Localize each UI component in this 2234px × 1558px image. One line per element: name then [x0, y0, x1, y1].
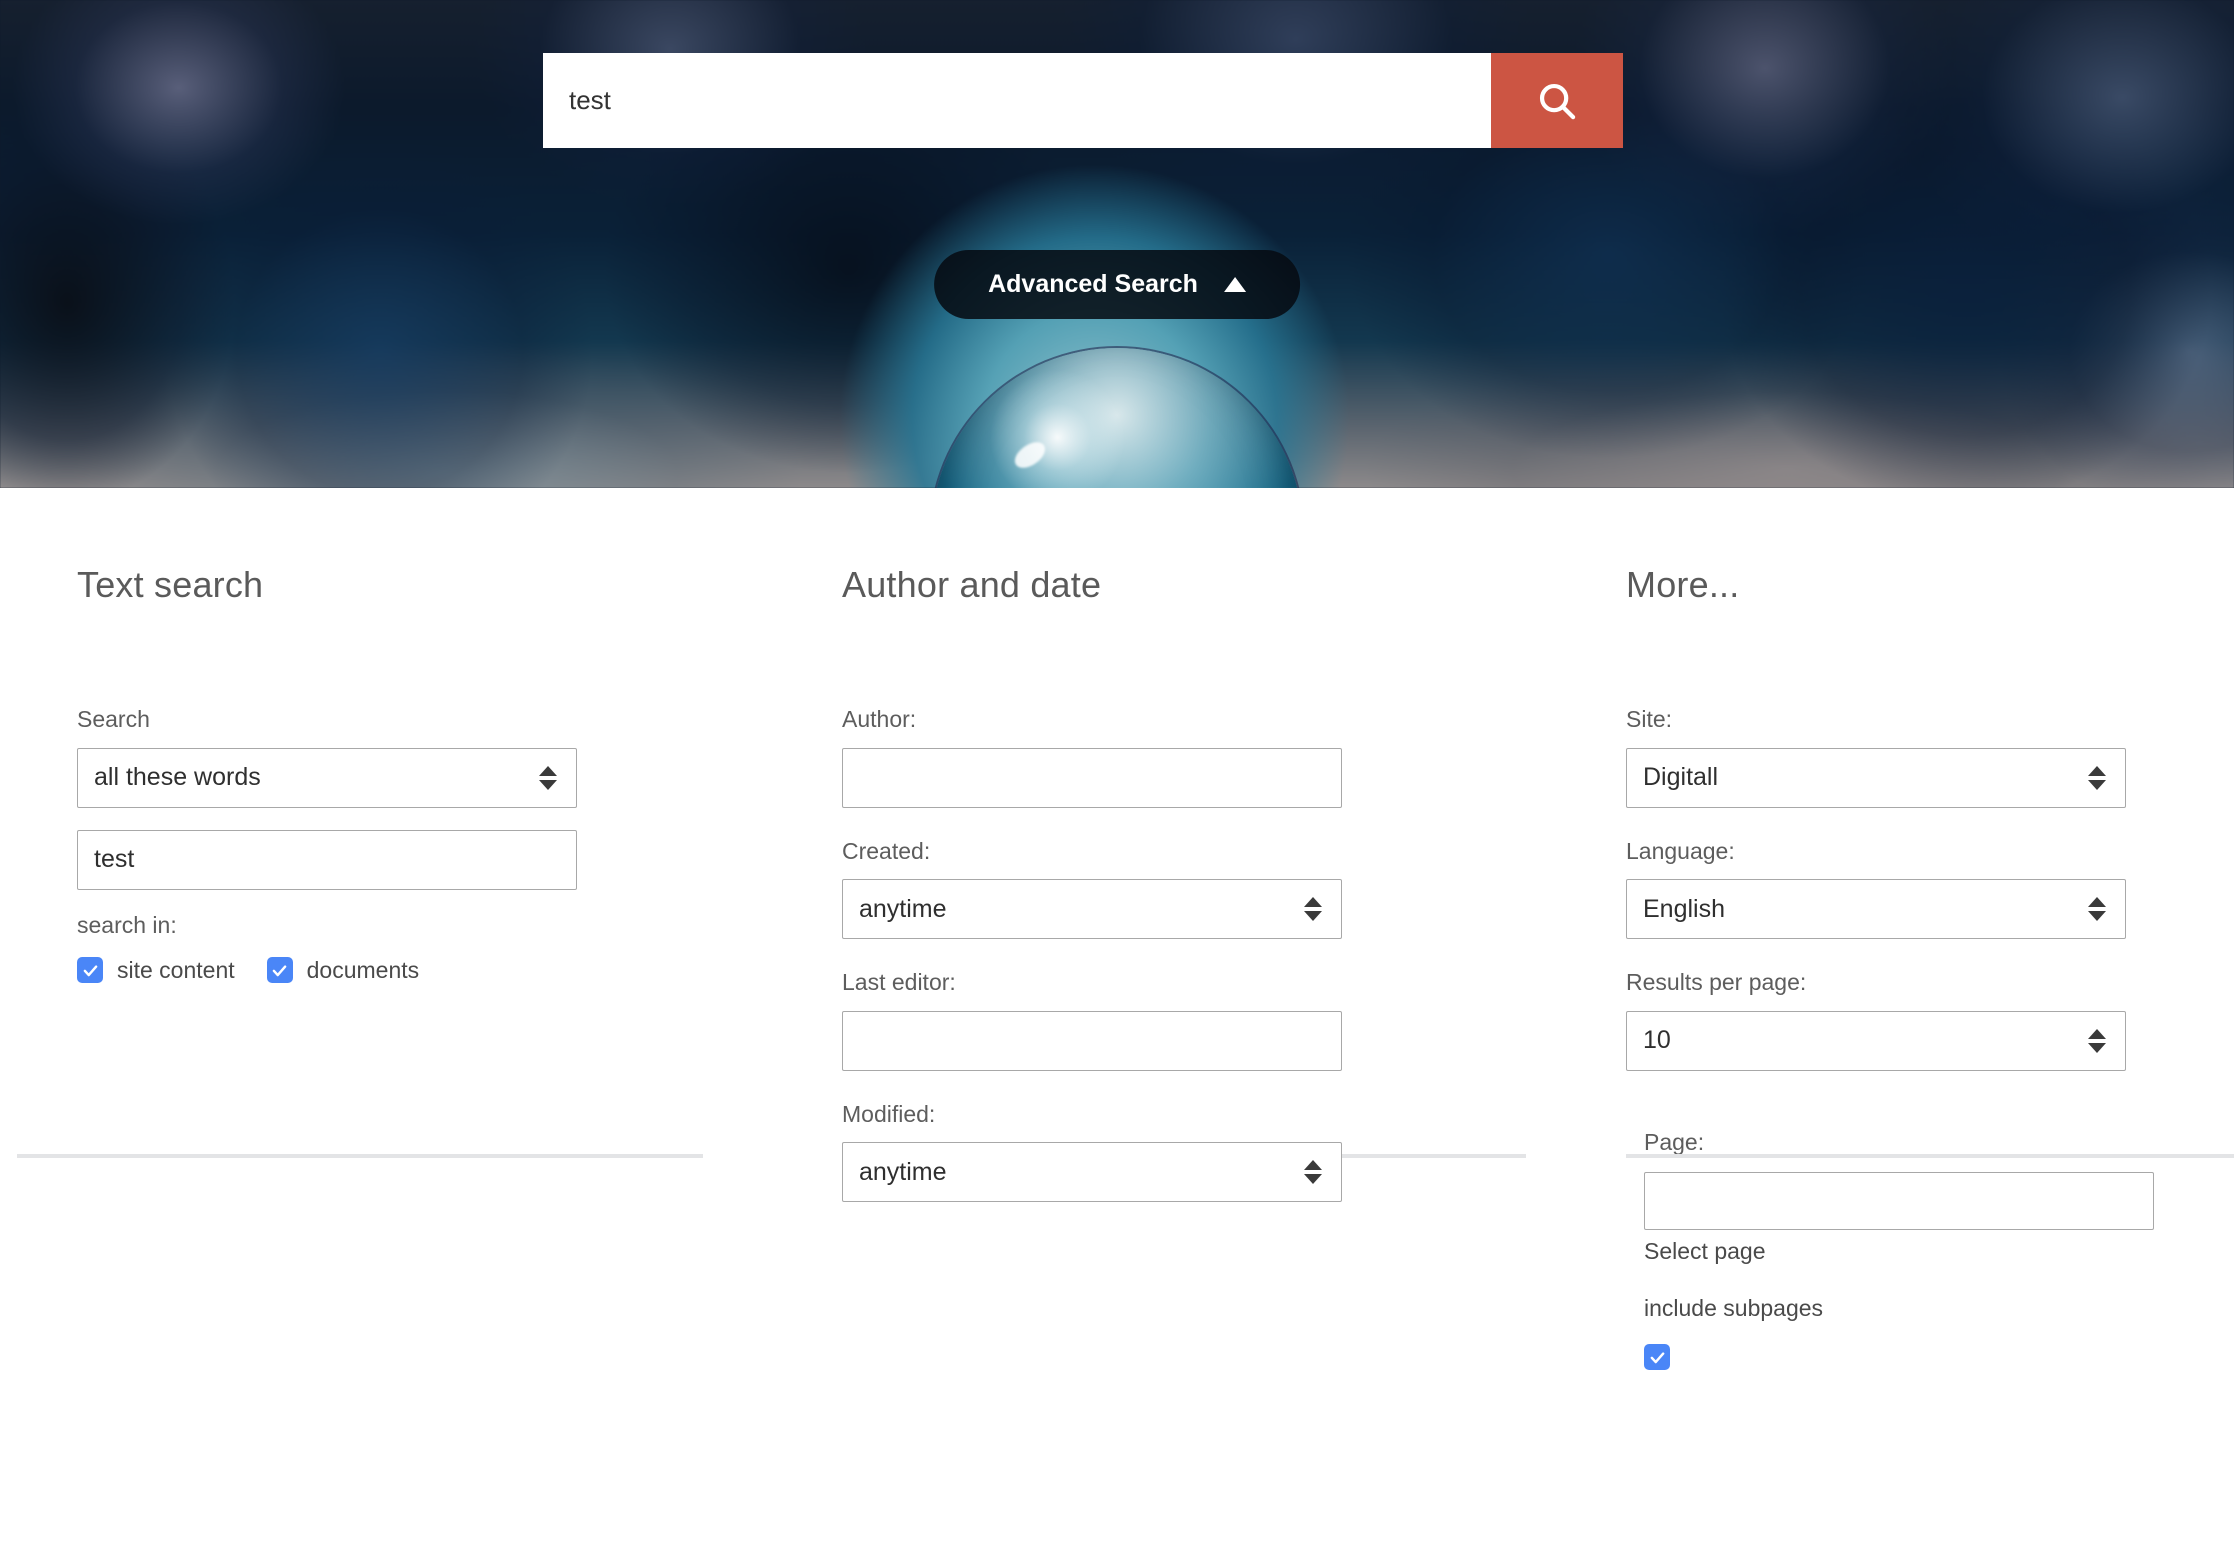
search-submit-button[interactable]	[1491, 53, 1623, 148]
field-language: Language:	[1626, 838, 2234, 940]
search-input[interactable]	[543, 53, 1491, 148]
page-label: Page:	[1644, 1129, 2234, 1157]
checkbox-documents-box[interactable]	[267, 957, 293, 983]
site-select-wrapper[interactable]	[1626, 748, 2126, 808]
created-select-wrapper[interactable]	[842, 879, 1342, 939]
column-divider	[17, 1154, 703, 1158]
more-fields: Site: Language:	[1626, 650, 2234, 1370]
author-label: Author:	[842, 706, 1565, 734]
results-per-page-select[interactable]	[1626, 1011, 2126, 1071]
created-label: Created:	[842, 838, 1565, 866]
last-editor-label: Last editor:	[842, 969, 1565, 997]
author-date-fields: Author: Created: Las	[842, 650, 1565, 1202]
column-title-author-and-date: Author and date	[842, 564, 1565, 606]
checkbox-site-content-box[interactable]	[77, 957, 103, 983]
column-author-and-date: Author and date Author: Created:	[780, 488, 1565, 1370]
results-per-page-select-wrapper[interactable]	[1626, 1011, 2126, 1071]
results-per-page-label: Results per page:	[1626, 969, 2234, 997]
search-in-checkbox-group: site content documents	[77, 957, 780, 984]
hero-banner: Advanced Search	[0, 0, 2234, 488]
column-text-search: Text search Search	[0, 488, 780, 1370]
checkbox-documents[interactable]: documents	[267, 957, 420, 984]
created-select[interactable]	[842, 879, 1342, 939]
query-text-input[interactable]	[77, 830, 577, 890]
page-input[interactable]	[1644, 1172, 2154, 1230]
caret-up-icon	[1224, 277, 1246, 292]
field-created: Created:	[842, 838, 1565, 940]
language-select-wrapper[interactable]	[1626, 879, 2126, 939]
last-editor-input[interactable]	[842, 1011, 1342, 1071]
field-site: Site:	[1626, 706, 2234, 808]
language-label: Language:	[1626, 838, 2234, 866]
checkbox-documents-label: documents	[307, 957, 420, 984]
match-mode-select[interactable]	[77, 748, 577, 808]
advanced-search-toggle[interactable]: Advanced Search	[934, 250, 1300, 319]
field-query-text	[77, 830, 780, 890]
column-divider	[1626, 1154, 2234, 1158]
advanced-search-label: Advanced Search	[988, 270, 1198, 299]
language-select[interactable]	[1626, 879, 2126, 939]
advanced-search-panel: Text search Search	[0, 488, 2234, 1558]
text-search-fields: Search search in:	[17, 650, 780, 984]
site-select[interactable]	[1626, 748, 2126, 808]
checkbox-site-content-label: site content	[117, 957, 235, 984]
field-author: Author:	[842, 706, 1565, 808]
column-title-more: More...	[1626, 564, 2234, 606]
search-icon	[1534, 78, 1580, 124]
author-input[interactable]	[842, 748, 1342, 808]
modified-select-wrapper[interactable]	[842, 1142, 1342, 1202]
modified-select[interactable]	[842, 1142, 1342, 1202]
site-label: Site:	[1626, 706, 2234, 734]
match-mode-select-wrapper[interactable]	[77, 748, 577, 808]
include-subpages-label: include subpages	[1644, 1295, 2234, 1322]
column-title-text-search: Text search	[77, 564, 780, 606]
search-in-label: search in:	[77, 912, 780, 939]
checkbox-site-content[interactable]: site content	[77, 957, 235, 984]
select-page-link[interactable]: Select page	[1644, 1238, 2234, 1265]
field-match-mode: Search	[77, 706, 780, 808]
modified-label: Modified:	[842, 1101, 1565, 1129]
column-more: More... Site: Language:	[1565, 488, 2234, 1370]
field-modified: Modified:	[842, 1101, 1565, 1203]
page-selection-block: Page: Select page include subpages	[1644, 1129, 2234, 1371]
search-bar	[543, 53, 1623, 148]
field-last-editor: Last editor:	[842, 969, 1565, 1071]
advanced-search-columns: Text search Search	[0, 488, 2234, 1370]
match-mode-label: Search	[77, 706, 780, 734]
checkbox-include-subpages[interactable]	[1644, 1344, 1670, 1370]
field-results-per-page: Results per page:	[1626, 969, 2234, 1071]
